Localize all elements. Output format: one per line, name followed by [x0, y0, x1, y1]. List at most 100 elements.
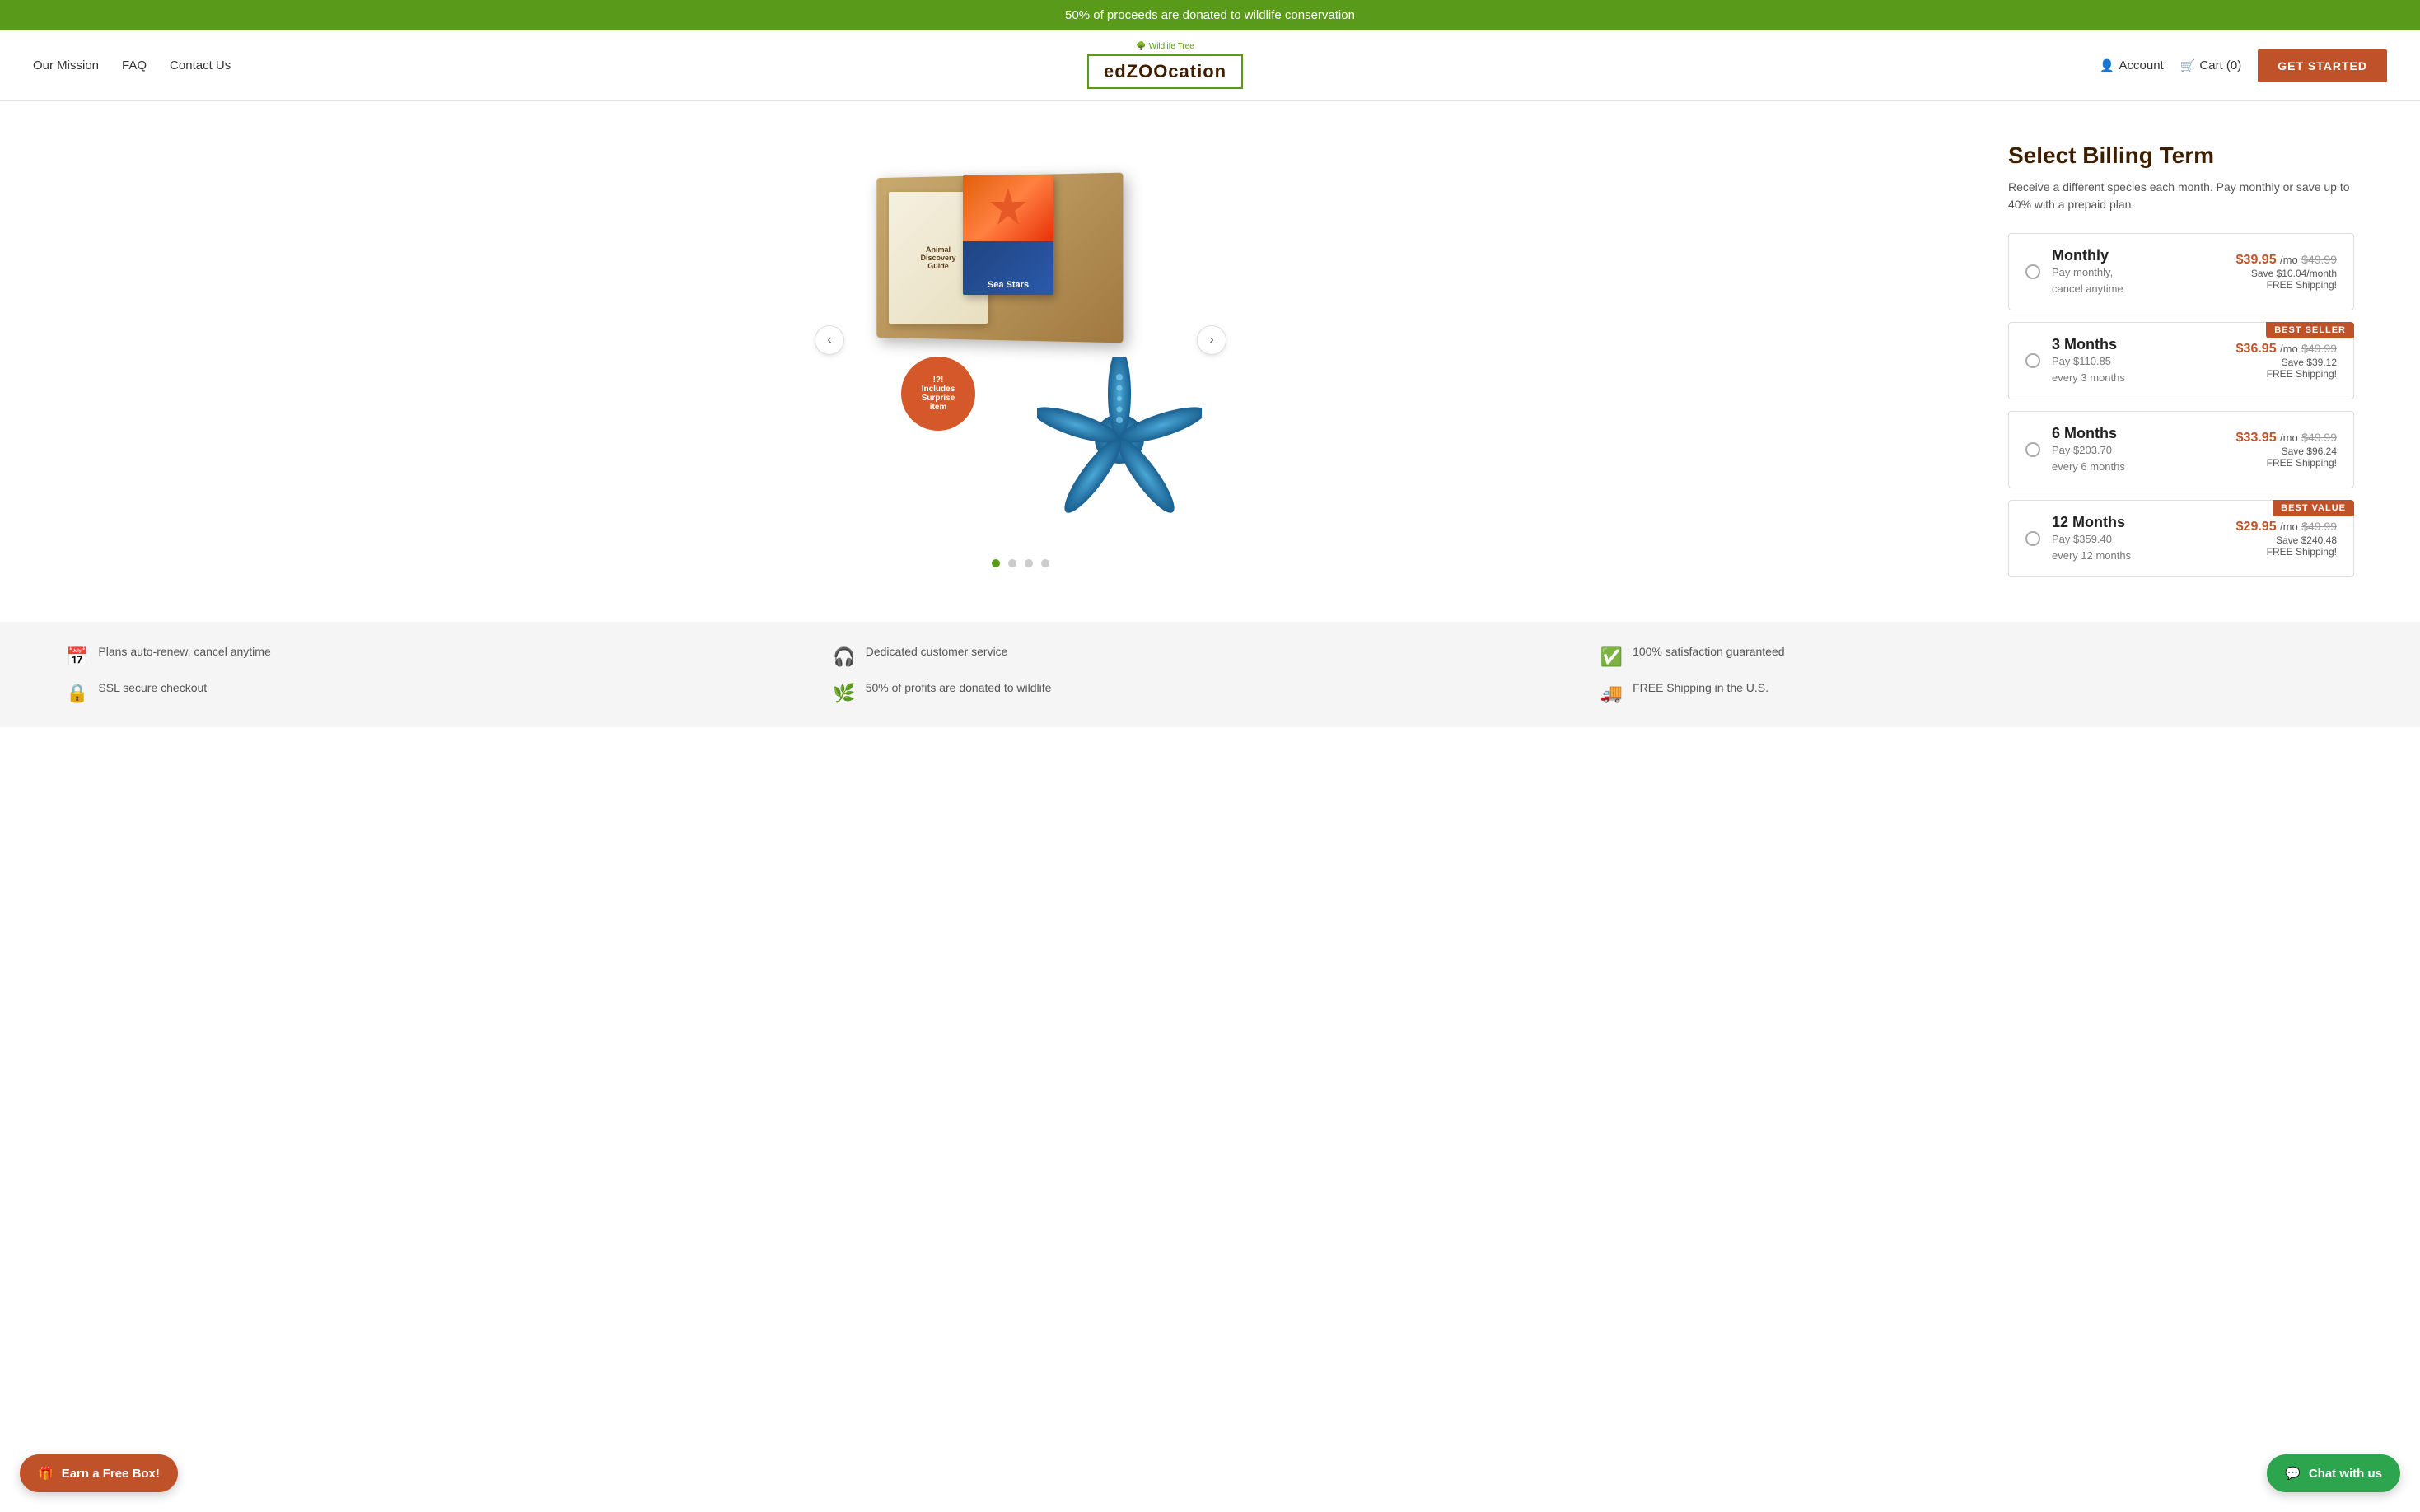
plan-card-3months[interactable]: 3 Months Pay $110.85every 3 months $36.9…: [2008, 322, 2354, 399]
logo-tree-text: Wildlife Tree: [1149, 42, 1194, 51]
feature-item-2: ✅ 100% satisfaction guaranteed: [1600, 645, 2354, 668]
nav-faq[interactable]: FAQ: [122, 58, 147, 72]
plan-name-3months: 3 Months: [2052, 336, 2225, 353]
plan-card-12months[interactable]: 12 Months Pay $359.40every 12 months $29…: [2008, 500, 2354, 577]
feature-item-1: 🎧 Dedicated customer service: [833, 645, 1586, 668]
nav-our-mission[interactable]: Our Mission: [33, 58, 99, 72]
plan-card-monthly[interactable]: Monthly Pay monthly,cancel anytime $39.9…: [2008, 233, 2354, 310]
chat-button[interactable]: 💬 Chat with us: [2267, 1454, 2400, 1492]
plan-per-3months: /mo: [2280, 343, 2298, 355]
plan-details-monthly: Monthly Pay monthly,cancel anytime: [2052, 247, 2225, 296]
product-image: AnimalDiscoveryGuide Sea Stars !?! Inc: [823, 151, 1218, 530]
account-link[interactable]: 👤 Account: [2100, 58, 2164, 73]
plan-shipping-6months: FREE Shipping!: [2236, 457, 2337, 469]
plan-save-3months: Save $39.12: [2236, 357, 2337, 368]
plan-name-6months: 6 Months: [2052, 425, 2225, 442]
nav-left: Our Mission FAQ Contact Us: [33, 58, 231, 72]
banner-text: 50% of proceeds are donated to wildlife …: [1065, 8, 1355, 22]
logo-container[interactable]: 🌳 Wildlife Tree edZOOcation: [1087, 42, 1243, 89]
feature-icon-4: 🌿: [833, 683, 855, 704]
feature-text-2: 100% satisfaction guaranteed: [1633, 645, 1784, 658]
carousel-dot-3[interactable]: [1025, 559, 1033, 567]
feature-text-5: FREE Shipping in the U.S.: [1633, 681, 1768, 694]
feature-icon-2: ✅: [1600, 646, 1623, 668]
earn-free-box-button[interactable]: 🎁 Earn a Free Box!: [20, 1454, 178, 1492]
plan-save-6months: Save $96.24: [2236, 446, 2337, 457]
product-image-wrapper: ‹ AnimalDiscoveryGuide: [815, 134, 1226, 546]
promo-banner: 50% of proceeds are donated to wildlife …: [0, 0, 2420, 30]
plan-save-monthly: Save $10.04/month: [2236, 268, 2337, 279]
feature-item-4: 🌿 50% of profits are donated to wildlife: [833, 681, 1586, 704]
plan-original-price-3months: $49.99: [2301, 342, 2337, 355]
plan-radio-3months[interactable]: [2025, 353, 2040, 368]
plan-sub-monthly: Pay monthly,cancel anytime: [2052, 264, 2225, 296]
starfish-plush: [1037, 357, 1202, 521]
surprise-badge-surprise: Surprise: [922, 394, 955, 403]
plan-radio-6months[interactable]: [2025, 442, 2040, 457]
plan-details-12months: 12 Months Pay $359.40every 12 months: [2052, 514, 2225, 563]
plan-card-6months[interactable]: 6 Months Pay $203.70every 6 months $33.9…: [2008, 411, 2354, 488]
feature-item-3: 🔒 SSL secure checkout: [66, 681, 820, 704]
logo-brand: edZOOcation: [1104, 61, 1226, 82]
plan-per-12months: /mo: [2280, 520, 2298, 533]
plan-pricing-12months: $29.95 /mo $49.99 Save $240.48 FREE Ship…: [2236, 520, 2337, 558]
plan-current-price-3months: $36.95: [2236, 342, 2277, 356]
plan-shipping-3months: FREE Shipping!: [2236, 368, 2337, 380]
carousel-dots: [992, 559, 1049, 567]
plan-name-monthly: Monthly: [2052, 247, 2225, 264]
plans-container: Monthly Pay monthly,cancel anytime $39.9…: [2008, 233, 2354, 577]
surprise-badge-exclaim: !?!: [933, 376, 944, 385]
plan-badge-3months: BEST SELLER: [2266, 322, 2354, 338]
plan-pricing-monthly: $39.95 /mo $49.99 Save $10.04/month FREE…: [2236, 253, 2337, 291]
carousel-prev-button[interactable]: ‹: [815, 325, 844, 355]
plan-price-3months: $36.95 /mo $49.99: [2236, 342, 2337, 357]
plan-radio-monthly[interactable]: [2025, 264, 2040, 279]
surprise-badge: !?! Includes Surprise item: [901, 357, 975, 431]
plan-save-12months: Save $240.48: [2236, 534, 2337, 546]
carousel-dot-2[interactable]: [1008, 559, 1016, 567]
cart-icon: 🛒: [2180, 58, 2196, 73]
surprise-badge-item: item: [930, 403, 947, 412]
plan-shipping-12months: FREE Shipping!: [2236, 546, 2337, 558]
billing-title: Select Billing Term: [2008, 142, 2354, 169]
account-label: Account: [2119, 58, 2164, 72]
gift-icon: 🎁: [38, 1466, 54, 1481]
book-sea-stars-image: [963, 175, 1053, 241]
plan-details-6months: 6 Months Pay $203.70every 6 months: [2052, 425, 2225, 474]
plan-current-price-monthly: $39.95: [2236, 253, 2277, 267]
next-icon: ›: [1209, 333, 1213, 348]
plan-current-price-6months: $33.95: [2236, 431, 2277, 445]
feature-icon-1: 🎧: [833, 646, 855, 668]
surprise-badge-includes: Includes: [922, 385, 955, 394]
plan-sub-6months: Pay $203.70every 6 months: [2052, 442, 2225, 474]
feature-text-4: 50% of profits are donated to wildlife: [866, 681, 1052, 694]
plan-price-12months: $29.95 /mo $49.99: [2236, 520, 2337, 534]
plan-original-price-6months: $49.99: [2301, 431, 2337, 444]
plan-pricing-3months: $36.95 /mo $49.99 Save $39.12 FREE Shipp…: [2236, 342, 2337, 380]
feature-text-1: Dedicated customer service: [866, 645, 1008, 658]
nav-right: 👤 Account 🛒 Cart (0) GET STARTED: [2100, 49, 2387, 82]
starfish-small-icon: [983, 184, 1033, 233]
chat-label: Chat with us: [2309, 1467, 2382, 1481]
feature-item-5: 🚚 FREE Shipping in the U.S.: [1600, 681, 2354, 704]
get-started-button[interactable]: GET STARTED: [2258, 49, 2387, 82]
cart-link[interactable]: 🛒 Cart (0): [2180, 58, 2242, 73]
plan-current-price-12months: $29.95: [2236, 520, 2277, 534]
plan-radio-12months[interactable]: [2025, 531, 2040, 546]
plan-name-12months: 12 Months: [2052, 514, 2225, 531]
prev-icon: ‹: [827, 333, 831, 348]
site-header: Our Mission FAQ Contact Us 🌳 Wildlife Tr…: [0, 30, 2420, 101]
plan-pricing-6months: $33.95 /mo $49.99 Save $96.24 FREE Shipp…: [2236, 431, 2337, 469]
book-sea-stars: Sea Stars: [963, 175, 1053, 295]
plan-sub-3months: Pay $110.85every 3 months: [2052, 353, 2225, 385]
plan-sub-12months: Pay $359.40every 12 months: [2052, 531, 2225, 563]
main-content: ‹ AnimalDiscoveryGuide: [0, 101, 2420, 622]
carousel-dot-4[interactable]: [1041, 559, 1049, 567]
plan-original-price-monthly: $49.99: [2301, 253, 2337, 266]
feature-item-0: 📅 Plans auto-renew, cancel anytime: [66, 645, 820, 668]
carousel-dot-1[interactable]: [992, 559, 1000, 567]
plan-per-6months: /mo: [2280, 432, 2298, 444]
carousel-next-button[interactable]: ›: [1197, 325, 1226, 355]
feature-icon-5: 🚚: [1600, 683, 1623, 704]
nav-contact-us[interactable]: Contact Us: [170, 58, 231, 72]
